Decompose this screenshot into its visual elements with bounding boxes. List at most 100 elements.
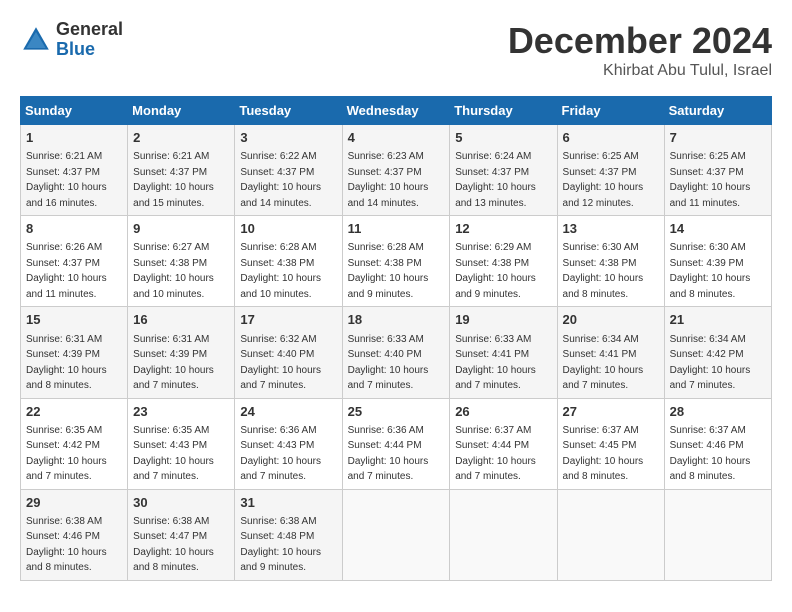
day-detail: Sunrise: 6:37 AMSunset: 4:46 PMDaylight:… <box>670 425 751 483</box>
calendar-day-cell: 11 Sunrise: 6:28 AMSunset: 4:38 PMDaylig… <box>342 216 450 307</box>
month-title: December 2024 <box>508 20 772 62</box>
day-detail: Sunrise: 6:26 AMSunset: 4:37 PMDaylight:… <box>26 242 107 300</box>
calendar-day-cell: 19 Sunrise: 6:33 AMSunset: 4:41 PMDaylig… <box>450 307 557 398</box>
day-number: 5 <box>455 129 551 147</box>
day-number: 14 <box>670 220 766 238</box>
day-detail: Sunrise: 6:33 AMSunset: 4:41 PMDaylight:… <box>455 334 536 392</box>
calendar-day-cell: 2 Sunrise: 6:21 AMSunset: 4:37 PMDayligh… <box>128 125 235 216</box>
weekday-header: Friday <box>557 97 664 125</box>
day-detail: Sunrise: 6:30 AMSunset: 4:38 PMDaylight:… <box>563 242 644 300</box>
day-detail: Sunrise: 6:36 AMSunset: 4:44 PMDaylight:… <box>348 425 429 483</box>
calendar-day-cell: 3 Sunrise: 6:22 AMSunset: 4:37 PMDayligh… <box>235 125 342 216</box>
day-number: 3 <box>240 129 336 147</box>
day-detail: Sunrise: 6:36 AMSunset: 4:43 PMDaylight:… <box>240 425 321 483</box>
day-number: 1 <box>26 129 122 147</box>
calendar-day-cell: 13 Sunrise: 6:30 AMSunset: 4:38 PMDaylig… <box>557 216 664 307</box>
calendar-day-cell: 22 Sunrise: 6:35 AMSunset: 4:42 PMDaylig… <box>21 398 128 489</box>
day-detail: Sunrise: 6:34 AMSunset: 4:42 PMDaylight:… <box>670 334 751 392</box>
day-detail: Sunrise: 6:38 AMSunset: 4:48 PMDaylight:… <box>240 516 321 574</box>
day-detail: Sunrise: 6:27 AMSunset: 4:38 PMDaylight:… <box>133 242 214 300</box>
logo-general: General <box>56 20 123 40</box>
day-detail: Sunrise: 6:21 AMSunset: 4:37 PMDaylight:… <box>133 151 214 209</box>
day-detail: Sunrise: 6:31 AMSunset: 4:39 PMDaylight:… <box>133 334 214 392</box>
calendar-day-cell: 10 Sunrise: 6:28 AMSunset: 4:38 PMDaylig… <box>235 216 342 307</box>
day-number: 24 <box>240 403 336 421</box>
day-number: 23 <box>133 403 229 421</box>
calendar-day-cell: 7 Sunrise: 6:25 AMSunset: 4:37 PMDayligh… <box>664 125 771 216</box>
weekday-header: Wednesday <box>342 97 450 125</box>
calendar-day-cell: 1 Sunrise: 6:21 AMSunset: 4:37 PMDayligh… <box>21 125 128 216</box>
day-detail: Sunrise: 6:25 AMSunset: 4:37 PMDaylight:… <box>670 151 751 209</box>
calendar-day-cell: 12 Sunrise: 6:29 AMSunset: 4:38 PMDaylig… <box>450 216 557 307</box>
calendar-day-cell: 4 Sunrise: 6:23 AMSunset: 4:37 PMDayligh… <box>342 125 450 216</box>
weekday-header: Monday <box>128 97 235 125</box>
calendar-day-cell: 29 Sunrise: 6:38 AMSunset: 4:46 PMDaylig… <box>21 489 128 580</box>
calendar-day-cell: 26 Sunrise: 6:37 AMSunset: 4:44 PMDaylig… <box>450 398 557 489</box>
logo-blue: Blue <box>56 40 123 60</box>
calendar-table: SundayMondayTuesdayWednesdayThursdayFrid… <box>20 96 772 581</box>
day-detail: Sunrise: 6:30 AMSunset: 4:39 PMDaylight:… <box>670 242 751 300</box>
calendar-week-row: 29 Sunrise: 6:38 AMSunset: 4:46 PMDaylig… <box>21 489 772 580</box>
calendar-day-cell: 9 Sunrise: 6:27 AMSunset: 4:38 PMDayligh… <box>128 216 235 307</box>
day-number: 12 <box>455 220 551 238</box>
page-header: General Blue December 2024 Khirbat Abu T… <box>20 20 772 80</box>
day-number: 30 <box>133 494 229 512</box>
calendar-day-cell: 24 Sunrise: 6:36 AMSunset: 4:43 PMDaylig… <box>235 398 342 489</box>
day-number: 25 <box>348 403 445 421</box>
calendar-day-cell: 14 Sunrise: 6:30 AMSunset: 4:39 PMDaylig… <box>664 216 771 307</box>
day-number: 7 <box>670 129 766 147</box>
calendar-day-cell: 23 Sunrise: 6:35 AMSunset: 4:43 PMDaylig… <box>128 398 235 489</box>
calendar-header-row: SundayMondayTuesdayWednesdayThursdayFrid… <box>21 97 772 125</box>
calendar-day-cell <box>342 489 450 580</box>
calendar-day-cell: 8 Sunrise: 6:26 AMSunset: 4:37 PMDayligh… <box>21 216 128 307</box>
day-detail: Sunrise: 6:28 AMSunset: 4:38 PMDaylight:… <box>240 242 321 300</box>
calendar-day-cell: 17 Sunrise: 6:32 AMSunset: 4:40 PMDaylig… <box>235 307 342 398</box>
day-detail: Sunrise: 6:21 AMSunset: 4:37 PMDaylight:… <box>26 151 107 209</box>
day-detail: Sunrise: 6:22 AMSunset: 4:37 PMDaylight:… <box>240 151 321 209</box>
day-number: 2 <box>133 129 229 147</box>
calendar-day-cell: 20 Sunrise: 6:34 AMSunset: 4:41 PMDaylig… <box>557 307 664 398</box>
day-detail: Sunrise: 6:38 AMSunset: 4:46 PMDaylight:… <box>26 516 107 574</box>
day-number: 8 <box>26 220 122 238</box>
logo-icon <box>20 24 52 56</box>
day-detail: Sunrise: 6:37 AMSunset: 4:44 PMDaylight:… <box>455 425 536 483</box>
title-block: December 2024 Khirbat Abu Tulul, Israel <box>508 20 772 80</box>
calendar-week-row: 22 Sunrise: 6:35 AMSunset: 4:42 PMDaylig… <box>21 398 772 489</box>
day-detail: Sunrise: 6:28 AMSunset: 4:38 PMDaylight:… <box>348 242 429 300</box>
calendar-day-cell: 28 Sunrise: 6:37 AMSunset: 4:46 PMDaylig… <box>664 398 771 489</box>
location-title: Khirbat Abu Tulul, Israel <box>508 62 772 80</box>
day-detail: Sunrise: 6:35 AMSunset: 4:42 PMDaylight:… <box>26 425 107 483</box>
calendar-day-cell: 31 Sunrise: 6:38 AMSunset: 4:48 PMDaylig… <box>235 489 342 580</box>
calendar-week-row: 15 Sunrise: 6:31 AMSunset: 4:39 PMDaylig… <box>21 307 772 398</box>
calendar-day-cell: 6 Sunrise: 6:25 AMSunset: 4:37 PMDayligh… <box>557 125 664 216</box>
day-detail: Sunrise: 6:25 AMSunset: 4:37 PMDaylight:… <box>563 151 644 209</box>
logo-text: General Blue <box>56 20 123 60</box>
calendar-day-cell: 30 Sunrise: 6:38 AMSunset: 4:47 PMDaylig… <box>128 489 235 580</box>
day-number: 13 <box>563 220 659 238</box>
day-number: 18 <box>348 311 445 329</box>
weekday-header: Thursday <box>450 97 557 125</box>
day-number: 29 <box>26 494 122 512</box>
day-number: 6 <box>563 129 659 147</box>
calendar-week-row: 8 Sunrise: 6:26 AMSunset: 4:37 PMDayligh… <box>21 216 772 307</box>
calendar-day-cell: 21 Sunrise: 6:34 AMSunset: 4:42 PMDaylig… <box>664 307 771 398</box>
day-number: 22 <box>26 403 122 421</box>
day-number: 10 <box>240 220 336 238</box>
day-detail: Sunrise: 6:34 AMSunset: 4:41 PMDaylight:… <box>563 334 644 392</box>
calendar-day-cell: 5 Sunrise: 6:24 AMSunset: 4:37 PMDayligh… <box>450 125 557 216</box>
day-number: 19 <box>455 311 551 329</box>
day-detail: Sunrise: 6:35 AMSunset: 4:43 PMDaylight:… <box>133 425 214 483</box>
day-number: 16 <box>133 311 229 329</box>
weekday-header: Saturday <box>664 97 771 125</box>
calendar-day-cell <box>664 489 771 580</box>
day-number: 15 <box>26 311 122 329</box>
day-number: 28 <box>670 403 766 421</box>
day-detail: Sunrise: 6:38 AMSunset: 4:47 PMDaylight:… <box>133 516 214 574</box>
day-detail: Sunrise: 6:33 AMSunset: 4:40 PMDaylight:… <box>348 334 429 392</box>
day-detail: Sunrise: 6:24 AMSunset: 4:37 PMDaylight:… <box>455 151 536 209</box>
day-number: 20 <box>563 311 659 329</box>
day-detail: Sunrise: 6:31 AMSunset: 4:39 PMDaylight:… <box>26 334 107 392</box>
day-number: 26 <box>455 403 551 421</box>
weekday-header: Sunday <box>21 97 128 125</box>
calendar-day-cell: 16 Sunrise: 6:31 AMSunset: 4:39 PMDaylig… <box>128 307 235 398</box>
